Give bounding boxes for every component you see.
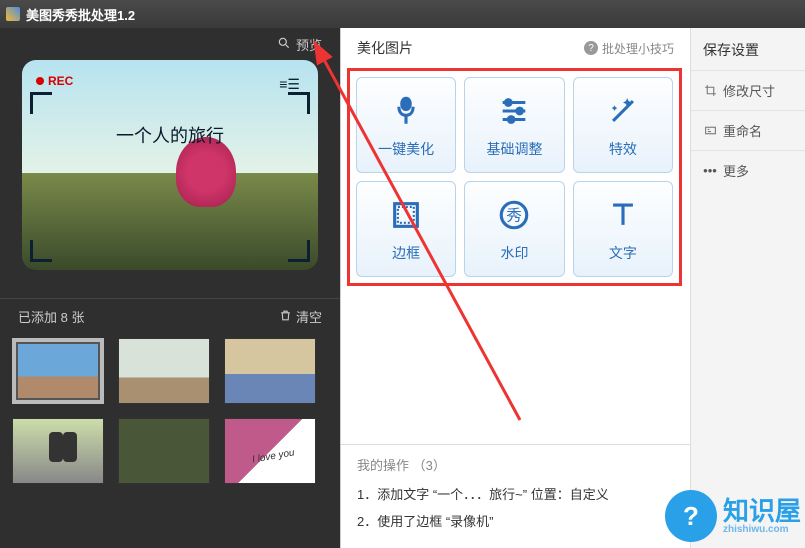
tool-border[interactable]: 边框 xyxy=(356,181,456,277)
watermark-icon: ? xyxy=(665,490,717,542)
item-label: 重命名 xyxy=(723,121,762,140)
item-label: 更多 xyxy=(723,161,749,180)
clear-button[interactable]: 清空 xyxy=(279,307,322,326)
rec-label: REC xyxy=(48,74,73,88)
flower-icon xyxy=(389,91,423,131)
right-header: 保存设置 xyxy=(691,28,805,70)
operations-panel: 我的操作 （3） 1．添加文字 “一个．．．旅行~” 位置：自定义 2．使用了边… xyxy=(341,444,690,548)
frame-icon xyxy=(389,195,423,235)
tool-one-click-beautify[interactable]: 一键美化 xyxy=(356,77,456,173)
rename-button[interactable]: 重命名 xyxy=(691,110,805,150)
tool-text[interactable]: 文字 xyxy=(573,181,673,277)
preview-icon xyxy=(277,36,291,53)
tool-label: 边框 xyxy=(392,243,420,263)
tool-label: 文字 xyxy=(609,243,637,263)
titlebar: 美图秀秀批处理1.2 xyxy=(0,0,805,28)
tool-basic-adjust[interactable]: 基础调整 xyxy=(464,77,564,173)
app-title: 美图秀秀批处理1.2 xyxy=(26,5,135,24)
app-logo-icon xyxy=(6,7,20,21)
tips-label: 批处理小技巧 xyxy=(602,40,674,57)
tool-watermark[interactable]: 秀 水印 xyxy=(464,181,564,277)
main-preview-image: REC ≡☰ 一个人的旅行 xyxy=(22,60,318,270)
more-icon: ••• xyxy=(703,163,717,178)
tool-grid-highlight: 一键美化 基础调整 特效 边框 秀 水印 xyxy=(347,68,682,286)
tool-label: 一键美化 xyxy=(378,139,434,159)
tool-label: 水印 xyxy=(500,243,528,263)
sliders-icon xyxy=(497,91,531,131)
thumbnail-grid xyxy=(0,332,340,490)
operation-item: 2．使用了边框 “录像机” xyxy=(357,511,674,530)
thumbnail[interactable] xyxy=(118,418,210,484)
left-panel: 预览 REC ≡☰ 一个人的旅行 已添加 8 张 清空 xyxy=(0,28,340,548)
help-icon: ? xyxy=(584,41,598,55)
svg-text:秀: 秀 xyxy=(507,207,523,225)
tool-effects[interactable]: 特效 xyxy=(573,77,673,173)
thumbnail[interactable] xyxy=(224,338,316,404)
watermark-logo: ? 知识屋 zhishiwu.com xyxy=(665,490,801,542)
preview-button[interactable]: 预览 xyxy=(296,35,322,54)
thumbnail[interactable] xyxy=(118,338,210,404)
stamp-icon: 秀 xyxy=(497,195,531,235)
thumbnail[interactable] xyxy=(12,338,104,404)
rename-icon xyxy=(703,124,717,137)
tool-label: 基础调整 xyxy=(486,139,542,159)
center-header: 美化图片 xyxy=(357,38,413,58)
resize-button[interactable]: 修改尺寸 xyxy=(691,70,805,110)
item-label: 修改尺寸 xyxy=(723,81,775,100)
tool-label: 特效 xyxy=(609,139,637,159)
tips-link[interactable]: ? 批处理小技巧 xyxy=(584,40,674,57)
text-icon xyxy=(606,195,640,235)
crop-icon xyxy=(703,84,717,97)
image-caption: 一个人的旅行 xyxy=(22,122,318,148)
thumbnail[interactable] xyxy=(224,418,316,484)
wand-icon xyxy=(606,91,640,131)
operations-title: 我的操作 （3） xyxy=(357,455,674,474)
trash-icon xyxy=(279,309,292,325)
center-panel: 美化图片 ? 批处理小技巧 一键美化 基础调整 特效 xyxy=(340,28,691,548)
right-panel: 保存设置 修改尺寸 重命名 ••• 更多 xyxy=(691,28,805,548)
watermark-brand: 知识屋 xyxy=(723,498,801,524)
thumbnail[interactable] xyxy=(12,418,104,484)
added-count-label: 已添加 8 张 xyxy=(18,307,84,326)
clear-label: 清空 xyxy=(296,307,322,326)
more-button[interactable]: ••• 更多 xyxy=(691,150,805,190)
operation-item: 1．添加文字 “一个．．．旅行~” 位置：自定义 xyxy=(357,484,674,503)
